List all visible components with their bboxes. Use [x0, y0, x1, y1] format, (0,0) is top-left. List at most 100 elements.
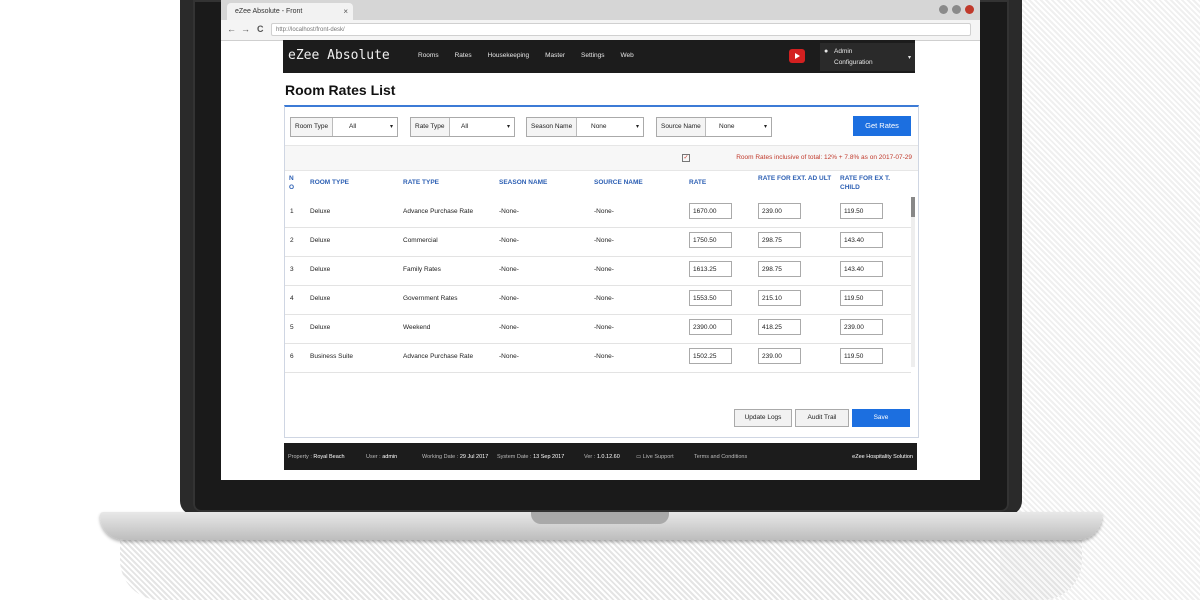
audit-trail-button[interactable]: Audit Trail	[795, 409, 849, 427]
cell-source: -None-	[594, 237, 614, 244]
table-row: 5 Deluxe Weekend -None- -None- 2390.00 4…	[285, 314, 911, 344]
user-menu[interactable]: ● Admin Configuration ▾	[820, 43, 915, 71]
background-shade-right	[1000, 0, 1200, 600]
chevron-down-icon: ▾	[389, 124, 393, 130]
save-button[interactable]: Save	[852, 409, 910, 427]
table-row: 2 Deluxe Commercial -None- -None- 1750.5…	[285, 227, 911, 257]
ext-child-rate-input[interactable]: 239.00	[840, 319, 883, 335]
col-header-rate-ext-adult: RATE FOR EXT. AD ULT	[758, 175, 832, 182]
table-row: 1 Deluxe Advance Purchase Rate -None- -N…	[285, 198, 911, 228]
youtube-icon[interactable]	[789, 49, 805, 63]
col-header-source-name: SOURCE NAME	[594, 179, 643, 186]
col-header-room-type: ROOM TYPE	[310, 179, 350, 186]
ext-adult-rate-input[interactable]: 298.75	[758, 232, 801, 248]
rate-type-label: Rate Type	[411, 118, 450, 136]
source-name-select[interactable]: Source Name None ▾	[656, 117, 772, 137]
maximize-icon[interactable]	[952, 5, 961, 14]
col-header-no: N O	[289, 175, 295, 191]
rate-input[interactable]: 1502.25	[689, 348, 732, 364]
inclusive-tax-text: Room Rates inclusive of total: 12% + 7.8…	[736, 154, 912, 161]
cell-source: -None-	[594, 208, 614, 215]
room-type-select[interactable]: Room Type All ▾	[290, 117, 398, 137]
terms-link[interactable]: Terms and Conditions	[694, 454, 747, 460]
close-tab-icon[interactable]: ×	[343, 3, 348, 20]
footer-user: User : admin	[366, 454, 397, 460]
menu-item-web[interactable]: Web	[621, 52, 634, 59]
table-header: N O ROOM TYPE RATE TYPE SEASON NAME SOUR…	[285, 170, 918, 198]
chevron-down-icon: ▾	[635, 124, 639, 130]
rate-type-select[interactable]: Rate Type All ▾	[410, 117, 515, 137]
footer-property-value: Royal Beach	[313, 454, 345, 460]
footer-user-value: admin	[382, 454, 398, 460]
col-header-rate: RATE	[689, 179, 707, 186]
address-bar[interactable]: http://localhost/front-desk/	[271, 23, 971, 36]
ext-child-rate-input[interactable]: 119.50	[840, 203, 883, 219]
ext-adult-rate-input[interactable]: 215.10	[758, 290, 801, 306]
menu-item-rooms[interactable]: Rooms	[418, 52, 439, 59]
cell-source: -None-	[594, 324, 614, 331]
rate-input[interactable]: 1750.50	[689, 232, 732, 248]
browser-toolbar: ← → C http://localhost/front-desk/	[221, 20, 980, 41]
footer-working-date-value: 29 Jul 2017	[459, 454, 489, 460]
tax-inclusive-checkbox[interactable]: ✓	[682, 154, 690, 162]
cell-rate-type: Weekend	[403, 324, 431, 331]
forward-icon[interactable]: →	[241, 24, 250, 34]
menu-item-settings[interactable]: Settings	[581, 52, 605, 59]
cell-season: -None-	[499, 237, 519, 244]
cell-no: 4	[290, 295, 294, 302]
cell-rate-type: Advance Purchase Rate	[403, 353, 474, 360]
page-title: Room Rates List	[285, 82, 396, 98]
cell-rate-type: Government Rates	[403, 295, 458, 302]
ext-adult-rate-input[interactable]: 239.00	[758, 203, 801, 219]
cell-room-type: Deluxe	[310, 208, 331, 215]
season-name-label: Season Name	[527, 118, 578, 136]
table-scrollbar[interactable]	[911, 197, 915, 367]
user-name: Admin	[834, 48, 853, 55]
cell-source: -None-	[594, 353, 614, 360]
chevron-down-icon: ▾	[763, 124, 767, 130]
minimize-icon[interactable]	[939, 5, 948, 14]
menu-item-master[interactable]: Master	[545, 52, 565, 59]
back-icon[interactable]: ←	[227, 24, 236, 34]
cell-room-type: Deluxe	[310, 237, 331, 244]
cell-season: -None-	[499, 266, 519, 273]
scrollbar-thumb[interactable]	[911, 197, 915, 217]
ext-child-rate-input[interactable]: 143.40	[840, 232, 883, 248]
ext-adult-rate-input[interactable]: 239.00	[758, 348, 801, 364]
get-rates-button[interactable]: Get Rates	[853, 116, 911, 136]
app-logo[interactable]: eZee Absolute	[288, 48, 390, 63]
reload-icon[interactable]: C	[257, 24, 264, 34]
footer-system-date: System Date : 13 Sep 2017	[497, 454, 564, 460]
col-header-rate-ext-child: RATE FOR EX T. CHILD	[840, 175, 891, 191]
browser-tab[interactable]: eZee Absolute - Front ×	[227, 3, 353, 20]
rate-input[interactable]: 2390.00	[689, 319, 732, 335]
update-logs-button[interactable]: Update Logs	[734, 409, 792, 427]
menu-item-rates[interactable]: Rates	[455, 52, 472, 59]
ext-child-rate-input[interactable]: 143.40	[840, 261, 883, 277]
table-row: 6 Business Suite Advance Purchase Rate -…	[285, 343, 911, 373]
ext-child-rate-input[interactable]: 119.50	[840, 290, 883, 306]
cell-season: -None-	[499, 208, 519, 215]
live-support-link[interactable]: ▭ Live Support	[636, 454, 674, 460]
footer-system-date-value: 13 Sep 2017	[533, 454, 565, 460]
window-controls	[939, 5, 974, 14]
app-header: eZee Absolute Rooms Rates Housekeeping M…	[283, 40, 915, 73]
close-window-icon[interactable]	[965, 5, 974, 14]
source-name-value: None	[719, 123, 735, 130]
ext-adult-rate-input[interactable]: 298.75	[758, 261, 801, 277]
footer-property-label: Property :	[288, 454, 312, 460]
cell-no: 5	[290, 324, 294, 331]
ext-child-rate-input[interactable]: 119.50	[840, 348, 883, 364]
rate-input[interactable]: 1670.00	[689, 203, 732, 219]
season-name-select[interactable]: Season Name None ▾	[526, 117, 644, 137]
menu-item-housekeeping[interactable]: Housekeeping	[488, 52, 530, 59]
rate-input[interactable]: 1553.50	[689, 290, 732, 306]
inclusive-tax-note: ✓ Room Rates inclusive of total: 12% + 7…	[285, 145, 918, 171]
status-footer: Property : Royal Beach User : admin Work…	[284, 443, 917, 470]
room-type-label: Room Type	[291, 118, 334, 136]
footer-version: Ver : 1.0.12.60	[584, 454, 620, 460]
ext-adult-rate-input[interactable]: 418.25	[758, 319, 801, 335]
cell-room-type: Business Suite	[310, 353, 353, 360]
rate-input[interactable]: 1613.25	[689, 261, 732, 277]
cell-source: -None-	[594, 266, 614, 273]
